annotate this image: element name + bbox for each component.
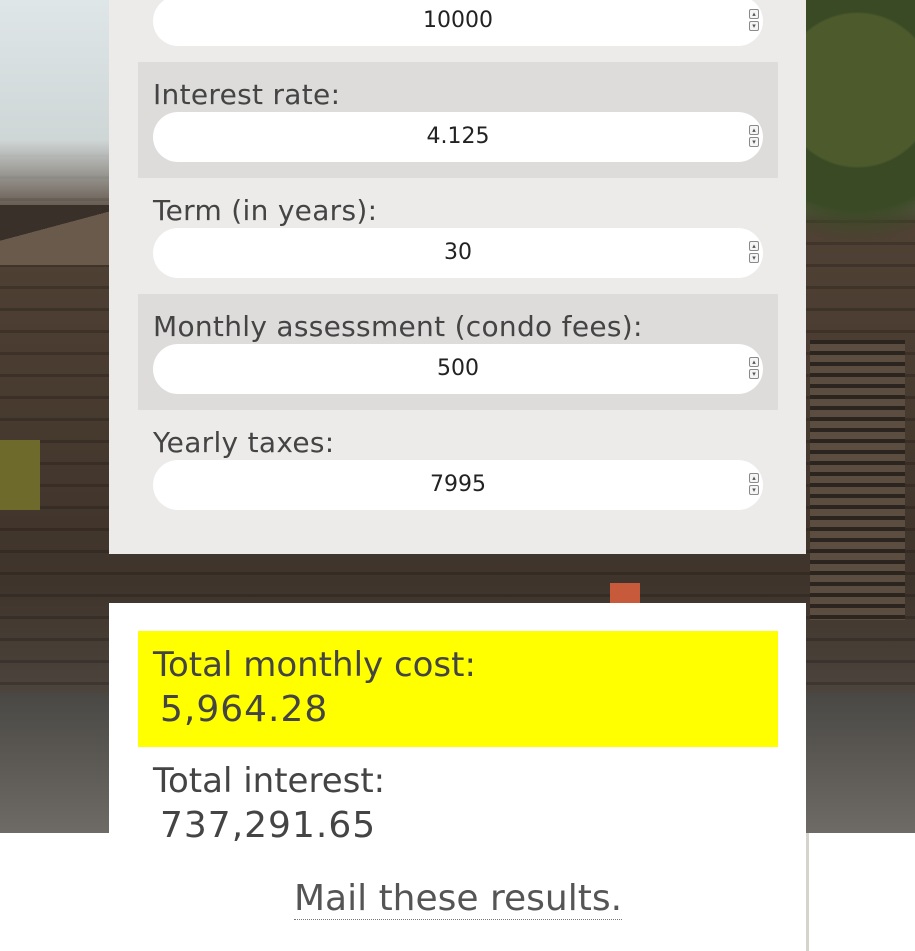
chevron-up-icon[interactable]: ▴ [749,357,759,367]
results-panel: Total monthly cost: 5,964.28 Total inter… [109,603,806,951]
field-label: Monthly assessment (condo fees): [153,310,643,343]
form-field-yearly-taxes: Yearly taxes: 7995 ▴ ▾ [138,410,778,526]
chevron-down-icon[interactable]: ▾ [749,253,759,263]
number-spinner[interactable]: ▴ ▾ [749,241,759,265]
chevron-down-icon[interactable]: ▾ [749,485,759,495]
divider [806,833,809,951]
number-spinner[interactable]: ▴ ▾ [749,9,759,33]
number-spinner[interactable]: ▴ ▾ [749,125,759,149]
background-mailbox [0,440,40,510]
background-shutter [810,340,905,620]
form-field-monthly-assessment: Monthly assessment (condo fees): 500 ▴ ▾ [138,294,778,410]
result-value: 5,964.28 [160,689,329,730]
chevron-down-icon[interactable]: ▾ [749,137,759,147]
background-roof-tile [610,583,640,603]
result-label: Total interest: [153,761,386,801]
field-label: Yearly taxes: [153,426,335,459]
result-label: Total monthly cost: [153,645,476,685]
background-tree [800,0,915,300]
chevron-up-icon[interactable]: ▴ [749,473,759,483]
input-value: 4.125 [426,124,490,149]
mail-results-link[interactable]: Mail these results. [294,879,623,920]
form-field-interest-rate: Interest rate: 4.125 ▴ ▾ [138,62,778,178]
total-monthly-cost: Total monthly cost: 5,964.28 [138,631,778,747]
chevron-up-icon[interactable]: ▴ [749,125,759,135]
monthly-assessment-input[interactable]: 500 ▴ ▾ [153,344,763,394]
interest-rate-input[interactable]: 4.125 ▴ ▾ [153,112,763,162]
chevron-up-icon[interactable]: ▴ [749,9,759,19]
total-interest: Total interest: 737,291.65 [138,747,778,857]
chevron-up-icon[interactable]: ▴ [749,241,759,251]
yearly-taxes-input[interactable]: 7995 ▴ ▾ [153,460,763,510]
input-value: 10000 [423,8,493,33]
number-spinner[interactable]: ▴ ▾ [749,473,759,497]
calculator-form: 10000 ▴ ▾ Interest rate: 4.125 ▴ ▾ Term … [109,0,806,554]
down-payment-input[interactable]: 10000 ▴ ▾ [153,0,763,46]
form-field-term: Term (in years): 30 ▴ ▾ [138,178,778,294]
form-field-down-payment: 10000 ▴ ▾ [138,0,778,62]
input-value: 30 [444,240,472,265]
chevron-down-icon[interactable]: ▾ [749,21,759,31]
result-value: 737,291.65 [160,805,377,846]
field-label: Term (in years): [153,194,378,227]
field-label: Interest rate: [153,78,341,111]
number-spinner[interactable]: ▴ ▾ [749,357,759,381]
term-input[interactable]: 30 ▴ ▾ [153,228,763,278]
chevron-down-icon[interactable]: ▾ [749,369,759,379]
input-value: 7995 [430,472,486,497]
input-value: 500 [437,356,479,381]
background-roof [0,205,110,265]
